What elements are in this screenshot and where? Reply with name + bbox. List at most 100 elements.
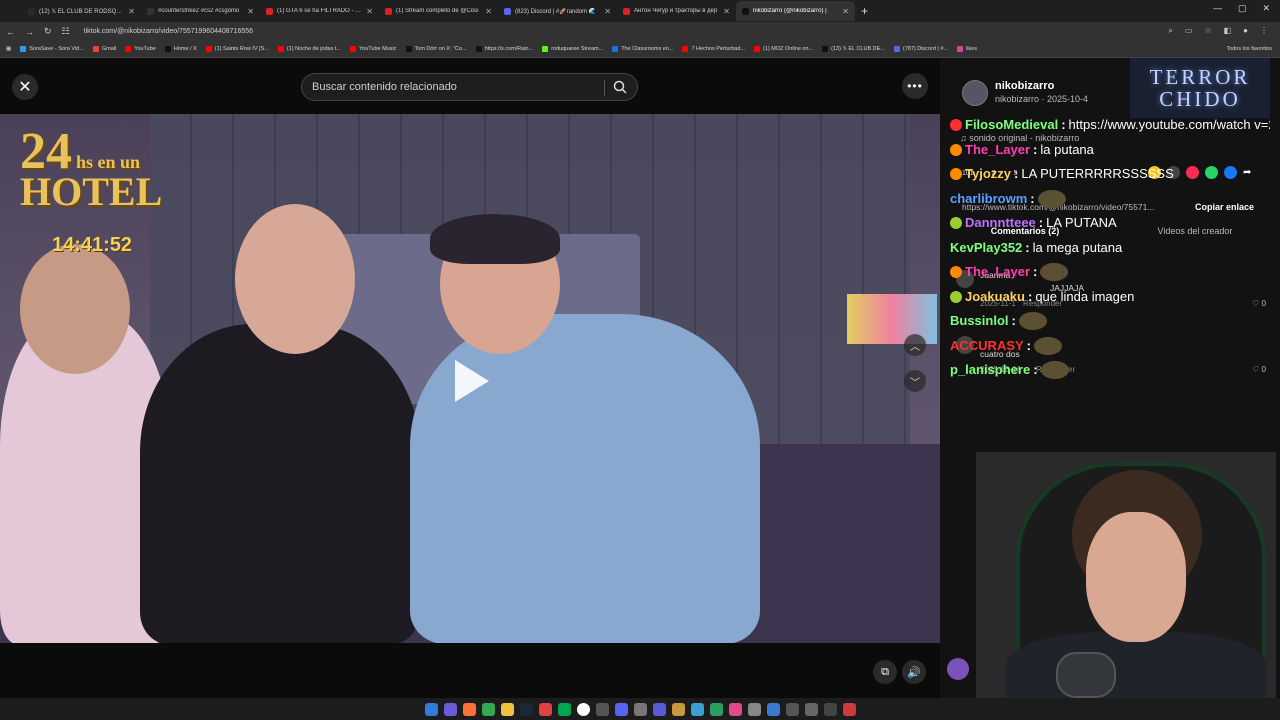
bookmark-item[interactable]: roduquaree Stream... [542,46,603,52]
bookmark-item[interactable]: 7 Hechos Perturbad... [682,46,745,52]
pip-icon[interactable]: ⧉ [873,660,897,684]
bookmark-item[interactable]: YouTube Music [350,46,397,52]
app-icon[interactable] [709,702,723,716]
start-icon[interactable] [424,702,438,716]
bookmark-star-icon[interactable]: ☆ [1204,26,1211,36]
app-icon[interactable] [747,702,761,716]
app-icon[interactable] [671,702,685,716]
tab-favicon-icon [28,7,35,15]
chat-username[interactable]: charlibrowm [950,187,1027,212]
app-icon[interactable] [595,702,609,716]
cast-icon[interactable]: ▭ [1185,26,1193,36]
chat-text: que linda imagen [1035,288,1135,304]
all-bookmarks[interactable]: Todos los favoritos [1226,46,1272,52]
maximize-icon[interactable]: ▢ [1238,3,1247,14]
chat-separator: : [1033,264,1038,279]
app-icon[interactable] [538,702,552,716]
chat-username[interactable]: p_lanisphere [950,358,1030,383]
browser-tab[interactable]: (1) Stream completo de @Cosi ✕ [379,1,498,21]
chat-username[interactable]: Joakuaku [965,285,1025,310]
bookmark-item[interactable]: (787) Discord | #... [893,46,949,52]
next-video-icon[interactable]: ﹀ [904,370,926,392]
close-tab-icon[interactable]: ✕ [128,7,135,16]
menu-icon[interactable]: ⋮ [1260,26,1268,36]
bookmark-item[interactable]: YouTube [125,46,156,52]
author-avatar[interactable] [962,80,988,106]
bookmark-item[interactable]: The Classrooms en... [612,46,673,52]
close-tab-icon[interactable]: ✕ [485,7,492,16]
close-tab-icon[interactable]: ✕ [247,7,254,16]
author-name[interactable]: nikobizarro [995,80,1054,92]
close-tab-icon[interactable]: ✕ [842,7,849,16]
chat-username[interactable]: Tyjozzy [965,162,1011,187]
chat-username[interactable]: FilosoMedieval [965,113,1058,138]
bookmark-item[interactable]: (1) Saints Row IV [S... [205,46,269,52]
chrome-icon[interactable] [481,702,495,716]
chat-username[interactable]: ACCURASY [950,334,1024,359]
bookmark-item[interactable]: (1) MOZ Online on... [753,46,813,52]
bookmark-item[interactable]: likes [957,46,977,52]
chat-username[interactable]: The_Layer [965,260,1030,285]
chat-username[interactable]: Dannntteee [965,211,1036,236]
obs-icon[interactable] [576,702,590,716]
bookmark-item[interactable]: Tom Dörr on X: "Co... [405,46,467,52]
browser-tab[interactable]: Антон Чигур и тракторы в дер ✕ [617,1,736,21]
back-icon[interactable]: ← [6,27,15,37]
app-icon[interactable] [785,702,799,716]
chat-username[interactable]: Bussinlol [950,309,1009,334]
app-icon[interactable] [652,702,666,716]
search-input[interactable]: Buscar contenido relacionado [301,73,638,101]
minimize-icon[interactable]: — [1213,3,1222,14]
url-field[interactable]: tiktok.com/@nikobizarro/video/7557199604… [84,28,253,35]
bookmark-item[interactable]: Gmail [92,46,116,52]
bookmark-label: (787) Discord | #... [902,46,949,52]
bookmark-item[interactable]: https://x.com/Rain... [475,46,533,52]
browser-tab[interactable]: (823) Discord | #🚀random 🌊 ✕ [498,1,617,21]
folder-icon[interactable] [500,702,514,716]
app-icon[interactable] [690,702,704,716]
firefox-icon[interactable] [462,702,476,716]
bookmark-item[interactable]: (13) 𝕏 EL CLUB DE... [822,46,885,52]
chat-username[interactable]: KevPlay352 [950,236,1022,261]
app-icon[interactable] [443,702,457,716]
app-icon[interactable] [842,702,856,716]
bookmark-label: roduquaree Stream... [551,46,604,52]
browser-tab[interactable]: #counterstrike2 #cs2 #csgomo ✕ [141,1,260,21]
previous-video-icon[interactable]: ︿ [904,334,926,356]
extensions-icon[interactable]: ◧ [1224,26,1232,36]
new-tab-icon[interactable]: + [861,4,868,18]
volume-icon[interactable]: 🔊 [902,660,926,684]
app-icon[interactable] [728,702,742,716]
close-window-icon[interactable]: ✕ [1262,3,1270,14]
search-icon[interactable] [613,80,627,94]
bookmark-favicon-icon [205,46,212,52]
steam-icon[interactable] [519,702,533,716]
site-info-icon[interactable]: ☷ [62,26,70,37]
close-tab-icon[interactable]: ✕ [723,7,730,16]
browser-tab[interactable]: (1) GTA 6 se ha FILTRADO - You ✕ [260,1,379,21]
apps-icon[interactable]: ▦ [6,46,11,52]
app-icon[interactable] [804,702,818,716]
discord-icon[interactable] [614,702,628,716]
more-options-button[interactable]: ••• [902,73,928,99]
app-icon[interactable] [766,702,780,716]
bookmark-item[interactable]: Home / X [164,46,197,52]
forward-icon[interactable]: → [25,27,34,37]
close-tab-icon[interactable]: ✕ [366,7,373,16]
bookmark-item[interactable]: SoraSave - Sora Vid... [20,46,84,52]
bookmark-item[interactable]: (1) Noche de jodas t... [277,46,341,52]
reload-icon[interactable]: ↻ [44,26,52,37]
app-icon[interactable] [557,702,571,716]
play-icon[interactable] [455,360,489,402]
zoom-icon[interactable]: ⌕ [1168,26,1172,36]
app-icon[interactable] [633,702,647,716]
app-icon[interactable] [823,702,837,716]
close-tab-icon[interactable]: ✕ [604,7,611,16]
close-button[interactable]: ✕ [12,74,38,100]
browser-tab[interactable]: nikobizarro (@nikobizarro) | ✕ [736,1,855,21]
profile-icon[interactable]: ● [1243,26,1248,36]
chat-username[interactable]: The_Layer [965,138,1030,163]
video-frame[interactable]: 24 hs en un HOTEL 14:41:52 ︿ ﹀ [0,114,940,643]
browser-tab[interactable]: (12) 𝕏 EL CLUB DE RODSQUAR ✕ [22,1,141,21]
address-actions: ⌕ ▭ ☆ ◧ ● ⋮ [1168,26,1268,36]
